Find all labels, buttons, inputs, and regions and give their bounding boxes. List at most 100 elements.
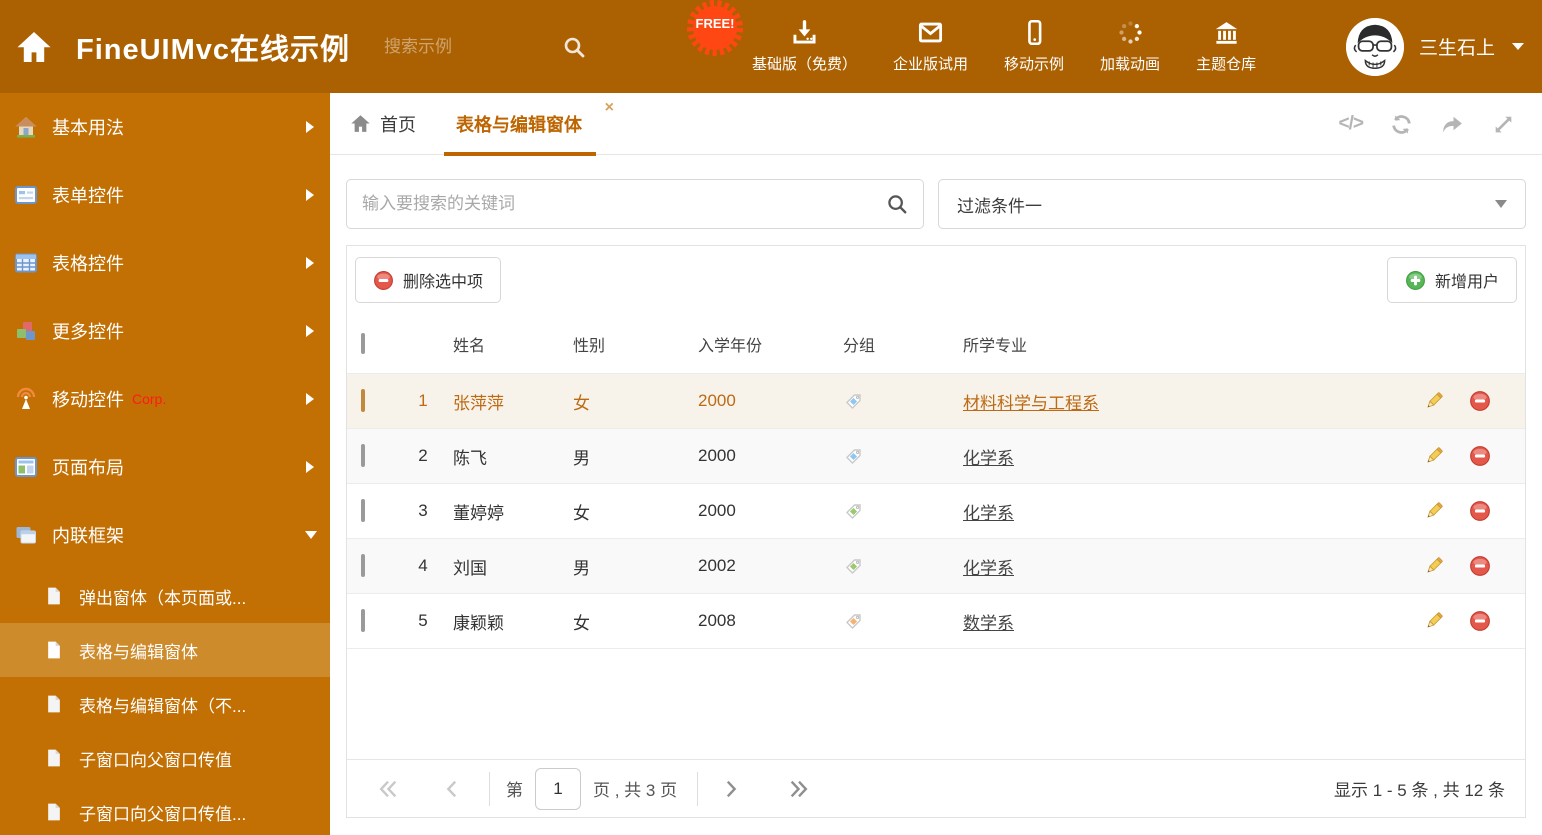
nav-theme-repo[interactable]: 主题仓库 xyxy=(1196,19,1256,74)
major-link[interactable]: 化学系 xyxy=(963,559,1014,578)
refresh-icon[interactable] xyxy=(1389,112,1414,137)
edit-icon[interactable] xyxy=(1423,390,1445,412)
select-checkbox[interactable] xyxy=(361,389,365,412)
major-link[interactable]: 材料科学与工程系 xyxy=(963,394,1099,413)
delete-row-icon[interactable] xyxy=(1469,555,1491,577)
sidebar-item-basic-usage[interactable]: 基本用法 xyxy=(0,93,330,161)
corp-badge: Corp. xyxy=(132,391,167,407)
submenu-grid-edit-window[interactable]: 表格与编辑窗体 xyxy=(0,623,330,677)
active-tab-underline xyxy=(444,151,596,156)
chevron-down-icon xyxy=(305,531,317,539)
select-all-checkbox[interactable] xyxy=(361,332,365,354)
share-icon[interactable] xyxy=(1440,112,1465,137)
delete-row-icon[interactable] xyxy=(1469,390,1491,412)
sidebar-item-page-layout[interactable]: 页面布局 xyxy=(0,433,330,501)
envelope-icon xyxy=(918,22,943,43)
first-page-button[interactable] xyxy=(377,778,399,800)
major-link[interactable]: 化学系 xyxy=(963,449,1014,468)
sidebar-item-iframe[interactable]: 内联框架 xyxy=(0,501,330,569)
sidebar-item-label: 表格控件 xyxy=(52,254,124,274)
sidebar-item-label: 基本用法 xyxy=(52,118,124,138)
table-row[interactable]: 2 陈飞 男 2000 化学系 xyxy=(347,429,1525,484)
major-link[interactable]: 化学系 xyxy=(963,504,1014,523)
cell-year: 2008 xyxy=(698,611,736,630)
table-icon xyxy=(15,253,37,273)
edit-icon[interactable] xyxy=(1423,555,1445,577)
prev-page-button[interactable] xyxy=(441,778,463,800)
sidebar-item-more-controls[interactable]: 更多控件 xyxy=(0,297,330,365)
table-row[interactable]: 1 张萍萍 女 2000 材料科学与工程系 xyxy=(347,374,1525,429)
select-checkbox[interactable] xyxy=(361,444,365,467)
tab-actions: </> xyxy=(1339,93,1516,155)
sidebar-item-mobile-controls[interactable]: 移动控件 Corp. xyxy=(0,365,330,433)
edit-icon[interactable] xyxy=(1423,445,1445,467)
close-icon[interactable]: × xyxy=(605,99,614,116)
tag-icon xyxy=(846,613,861,629)
keyword-search-input[interactable] xyxy=(362,194,886,214)
delete-row-icon[interactable] xyxy=(1469,445,1491,467)
frames-icon xyxy=(16,527,36,544)
search-icon[interactable] xyxy=(562,35,586,59)
search-icon[interactable] xyxy=(886,193,908,215)
tab-bar: 首页 表格与编辑窗体 × </> xyxy=(330,93,1542,156)
chevron-right-icon xyxy=(306,461,314,473)
tag-icon xyxy=(846,558,861,574)
nav-label: 加载动画 xyxy=(1100,56,1161,73)
free-badge-label: FREE! xyxy=(695,16,735,31)
page-number-input[interactable] xyxy=(535,767,581,810)
keyword-search-box xyxy=(346,179,924,229)
cubes-icon xyxy=(17,322,35,340)
sidebar-item-grid-controls[interactable]: 表格控件 xyxy=(0,229,330,297)
tab-grid-edit-window[interactable]: 表格与编辑窗体 × xyxy=(444,93,628,156)
header-search-input[interactable] xyxy=(384,36,535,57)
next-page-button[interactable] xyxy=(720,778,742,800)
user-menu[interactable]: 三生石上 xyxy=(1345,0,1524,93)
nav-mobile-examples[interactable]: 移动示例 xyxy=(1004,19,1064,74)
home-icon[interactable] xyxy=(16,29,52,65)
cell-year: 2000 xyxy=(698,391,736,410)
submenu-popup-window[interactable]: 弹出窗体（本页面或... xyxy=(0,569,330,623)
last-page-button[interactable] xyxy=(788,778,810,800)
cell-year: 2002 xyxy=(698,556,736,575)
home-icon xyxy=(351,115,370,132)
submenu-grid-edit-window-alt[interactable]: 表格与编辑窗体（不... xyxy=(0,677,330,731)
button-label: 删除选中项 xyxy=(403,274,484,291)
record-summary: 显示 1 - 5 条 , 共 12 条 xyxy=(1334,781,1505,800)
filter-dropdown-value: 过滤条件一 xyxy=(957,196,1042,216)
mobile-icon xyxy=(1027,19,1041,46)
column-header-group: 分组 xyxy=(843,337,876,355)
delete-row-icon[interactable] xyxy=(1469,500,1491,522)
table-row[interactable]: 3 董婷婷 女 2000 化学系 xyxy=(347,484,1525,539)
layout-icon xyxy=(15,457,37,477)
cell-year: 2000 xyxy=(698,446,736,465)
sidebar-item-label: 移动控件 xyxy=(52,390,124,410)
file-icon xyxy=(48,587,60,605)
major-link[interactable]: 数学系 xyxy=(963,614,1014,633)
select-checkbox[interactable] xyxy=(361,554,365,577)
edit-icon[interactable] xyxy=(1423,500,1445,522)
submenu-child-to-parent-alt[interactable]: 子窗口向父窗口传值... xyxy=(0,785,330,835)
delete-selected-button[interactable]: 删除选中项 xyxy=(355,257,502,303)
filter-dropdown[interactable]: 过滤条件一 xyxy=(938,179,1526,229)
nav-enterprise-trial[interactable]: 企业版试用 xyxy=(893,19,968,74)
page-content: 过滤条件一 删除选中项 新增用户 xyxy=(330,155,1542,835)
table-row[interactable]: 4 刘国 男 2002 化学系 xyxy=(347,539,1525,594)
nav-basic-edition[interactable]: 基础版（免费） xyxy=(752,19,857,74)
submenu-label: 弹出窗体（本页面或... xyxy=(79,588,247,608)
cell-gender: 男 xyxy=(573,558,590,578)
nav-loading-animation[interactable]: 加载动画 xyxy=(1100,19,1160,74)
chevron-right-icon xyxy=(306,121,314,133)
edit-icon[interactable] xyxy=(1423,610,1445,632)
chevron-right-icon xyxy=(306,189,314,201)
view-source-icon[interactable]: </> xyxy=(1339,113,1365,135)
delete-row-icon[interactable] xyxy=(1469,610,1491,632)
add-user-button[interactable]: 新增用户 xyxy=(1386,257,1517,303)
tab-home[interactable]: 首页 xyxy=(350,111,416,137)
select-checkbox[interactable] xyxy=(361,499,365,522)
submenu-child-to-parent[interactable]: 子窗口向父窗口传值 xyxy=(0,731,330,785)
sidebar-item-form-controls[interactable]: 表单控件 xyxy=(0,161,330,229)
select-checkbox[interactable] xyxy=(361,609,365,632)
expand-icon[interactable] xyxy=(1491,112,1516,137)
file-icon xyxy=(48,803,60,821)
table-row[interactable]: 5 康颖颖 女 2008 数学系 xyxy=(347,594,1525,649)
